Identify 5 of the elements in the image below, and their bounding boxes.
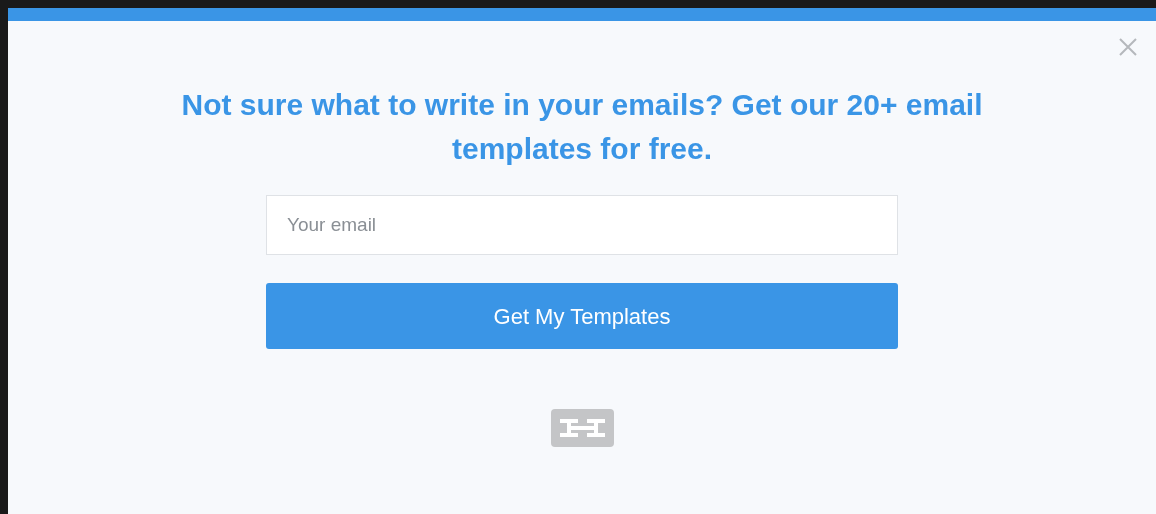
email-field[interactable]: Your email [266,195,898,255]
close-icon[interactable] [1118,37,1138,57]
heading: Not sure what to write in your emails? Get our 20+ email templates for free. [180,87,984,167]
logo-icon [550,409,614,447]
get-templates-button[interactable]: Get My Templates [266,283,898,349]
